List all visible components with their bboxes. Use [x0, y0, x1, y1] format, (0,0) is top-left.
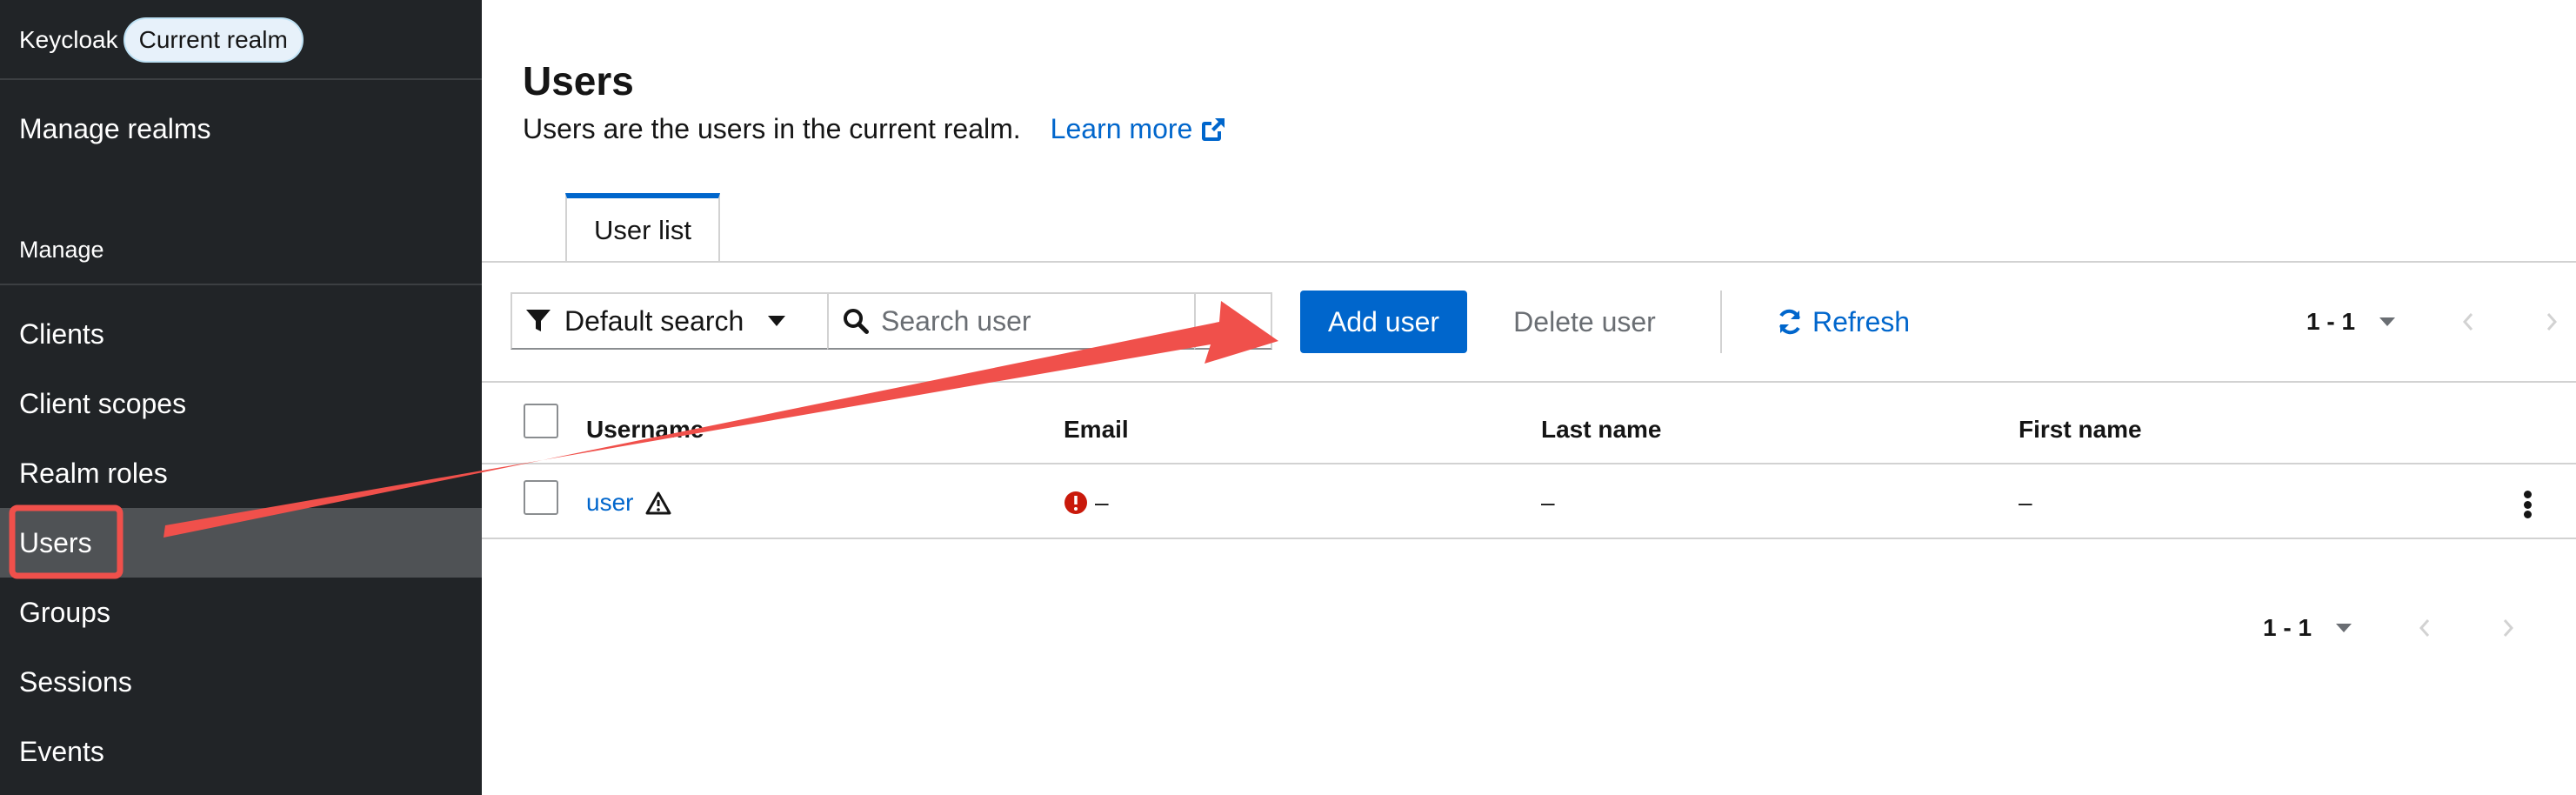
page-description-text: Users are the users in the current realm… [523, 113, 1021, 144]
pagination-bottom-next[interactable] [2491, 611, 2526, 645]
brand: Keycloak Current realm [19, 17, 304, 63]
angle-left-icon [2419, 619, 2430, 637]
main-content: Users Users are the users in the current… [482, 0, 2576, 795]
email-value: – [1095, 489, 1109, 516]
exclamation-circle-icon [1064, 491, 1087, 514]
caret-down-icon [2379, 317, 2396, 326]
table-top-border [482, 381, 2576, 383]
column-header-first-name: First name [2019, 416, 2142, 443]
search-submit-button[interactable] [1194, 292, 1272, 350]
refresh-label: Refresh [1812, 305, 1911, 337]
sidebar-item-groups[interactable]: Groups [0, 578, 482, 647]
refresh-button[interactable]: Refresh [1776, 291, 1910, 353]
pagination-top-toggle[interactable]: 1 - 1 [2306, 296, 2396, 348]
pagination-top-prev[interactable] [2451, 304, 2486, 339]
column-header-last-name: Last name [1541, 416, 1662, 443]
page-description: Users are the users in the current realm… [523, 113, 1227, 145]
row-select-checkbox[interactable] [524, 480, 558, 515]
external-link-icon [1202, 117, 1225, 141]
angle-left-icon [2462, 313, 2473, 331]
caret-down-icon [2336, 624, 2352, 632]
filter-icon [526, 310, 551, 331]
sidebar-section-manage: Manage [19, 237, 104, 263]
search-type-label: Default search [564, 304, 744, 337]
sidebar-item-events[interactable]: Events [0, 717, 482, 786]
page-title: Users [523, 58, 634, 104]
search-input[interactable] [881, 304, 1177, 337]
cell-first-name: – [2019, 489, 2032, 516]
toolbar-separator [1720, 291, 1722, 353]
tab-user-list[interactable]: User list [565, 193, 720, 263]
sidebar-item-realm-roles[interactable]: Realm roles [0, 438, 482, 508]
pagination-bottom-range: 1 - 1 [2263, 614, 2312, 641]
cell-email: – [1064, 489, 1109, 517]
arrow-right-icon [1221, 311, 1245, 331]
pagination-bottom-toggle[interactable]: 1 - 1 [2263, 602, 2352, 654]
learn-more-label: Learn more [1050, 113, 1193, 144]
current-realm-badge[interactable]: Current realm [123, 17, 304, 63]
column-header-username[interactable]: Username [586, 416, 704, 444]
sidebar-item-clients[interactable]: Clients [0, 299, 482, 369]
select-all-checkbox[interactable] [524, 404, 558, 438]
sidebar-item-users[interactable]: Users [0, 508, 482, 578]
column-header-email: Email [1064, 416, 1129, 443]
table-header-border [482, 463, 2576, 464]
username-link[interactable]: user [586, 489, 633, 517]
angle-right-icon [2546, 313, 2558, 331]
cell-username: user [586, 489, 671, 517]
search-box [827, 292, 1196, 350]
delete-user-button[interactable]: Delete user [1498, 291, 1672, 353]
brand-name: Keycloak [19, 26, 118, 53]
search-icon [844, 309, 869, 334]
warning-triangle-icon [645, 491, 671, 515]
cell-last-name: – [1541, 489, 1555, 516]
angle-right-icon [2503, 619, 2514, 637]
tab-divider [482, 261, 2576, 263]
search-type-dropdown[interactable]: Default search [511, 292, 829, 350]
pagination-top-range: 1 - 1 [2306, 308, 2356, 335]
table-row-border [482, 538, 2576, 539]
sync-icon [1779, 309, 1800, 335]
sidebar-item-manage-realms[interactable]: Manage realms [0, 94, 482, 164]
sidebar-item-client-scopes[interactable]: Client scopes [0, 369, 482, 438]
pagination-bottom-prev[interactable] [2407, 611, 2442, 645]
add-user-button[interactable]: Add user [1300, 291, 1467, 353]
sidebar: Keycloak Current realm Manage realms Man… [0, 0, 482, 795]
sidebar-divider [0, 78, 482, 80]
sidebar-divider [0, 284, 482, 285]
caret-down-icon [768, 316, 786, 326]
sidebar-item-sessions[interactable]: Sessions [0, 647, 482, 717]
row-actions-kebab-icon[interactable] [2517, 487, 2538, 522]
pagination-top-next[interactable] [2534, 304, 2569, 339]
learn-more-link[interactable]: Learn more [1051, 113, 1228, 145]
